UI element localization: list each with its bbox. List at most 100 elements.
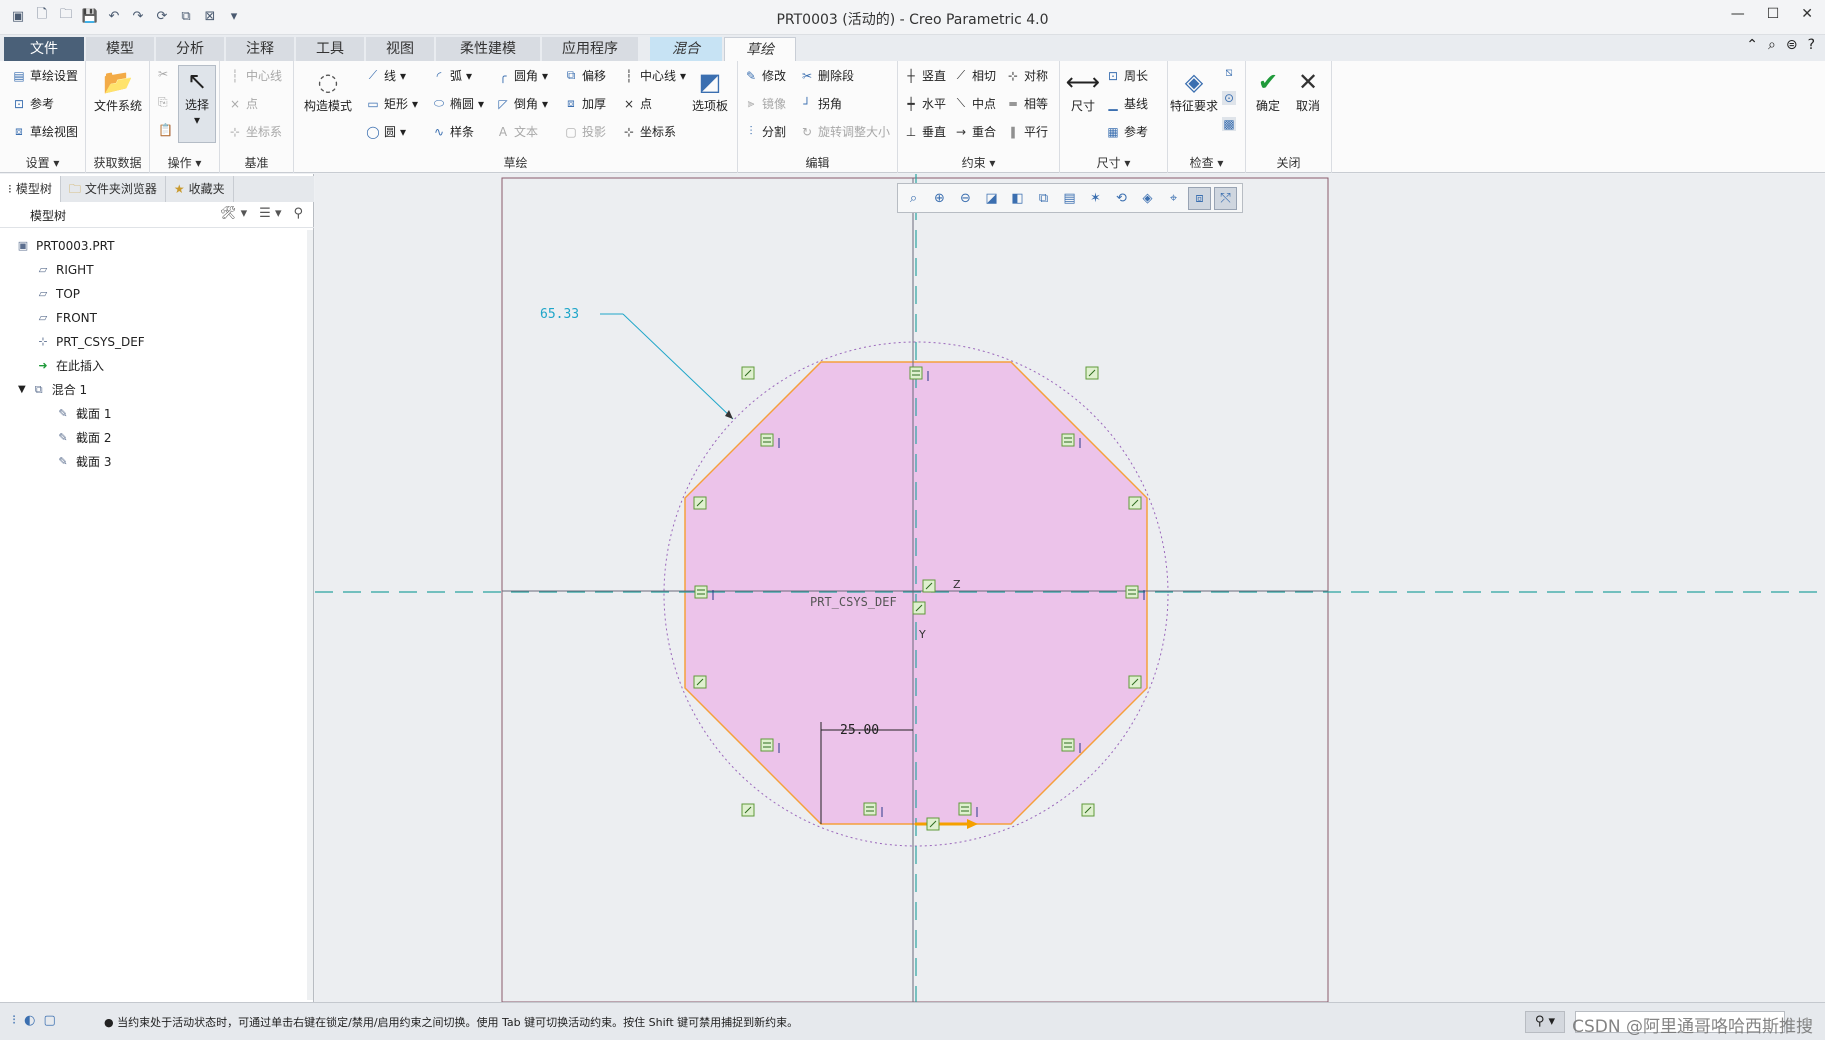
zoom-in-icon[interactable]: ⊕	[928, 187, 951, 210]
browser-icon[interactable]: ◐	[24, 1013, 35, 1028]
tree-node-blend[interactable]: ▼ ⧉ 混合 1	[18, 380, 87, 400]
mirror-button[interactable]: ⫸ 镜像	[744, 95, 786, 112]
sketch-canvas[interactable]: 65.33 25.00 PRT_CSYS_DEF Z Y	[315, 174, 1825, 1003]
tab-analysis[interactable]: 分析	[156, 37, 224, 61]
sketch-setup-button[interactable]: ▤ 草绘设置	[12, 67, 78, 84]
ok-button[interactable]: ✔ 确定	[1250, 67, 1286, 114]
tree-filter-icon[interactable]: ⚲	[293, 206, 303, 221]
paste-icon[interactable]: 📋	[158, 123, 173, 137]
vertical-constraint-button[interactable]: ┼ 竖直	[904, 67, 946, 84]
tangent-constraint-button[interactable]: ⟋ 相切	[954, 67, 996, 84]
feature-requirements-button[interactable]: ◈ 特征要求	[1168, 67, 1220, 114]
tree-node-section-1[interactable]: ✎ 截面 1	[56, 404, 111, 424]
search-icon[interactable]: ⌕	[1768, 37, 1776, 53]
select-button[interactable]: ↖ 选择 ▾	[178, 65, 216, 143]
thicken-button[interactable]: ⧈ 加厚	[564, 95, 606, 112]
group-title-operations[interactable]: 操作 ▾	[150, 154, 219, 171]
symmetric-constraint-button[interactable]: ⊹ 对称	[1006, 67, 1048, 84]
tab-tools[interactable]: 工具	[296, 37, 364, 61]
tree-node-insert-here[interactable]: ➜ 在此插入	[36, 356, 104, 376]
midpoint-constraint-button[interactable]: ⟍ 中点	[954, 95, 996, 112]
ellipse-button[interactable]: ⬭ 椭圆 ▾	[432, 95, 484, 112]
fillet-button[interactable]: ╭ 圆角 ▾	[496, 67, 548, 84]
perimeter-button[interactable]: ⊡ 周长	[1106, 67, 1148, 84]
divide-button[interactable]: ⫶ 分割	[744, 123, 786, 140]
cancel-button[interactable]: ✕ 取消	[1290, 67, 1326, 114]
tab-applications[interactable]: 应用程序	[542, 37, 638, 61]
parallel-constraint-button[interactable]: ∥ 平行	[1006, 123, 1048, 140]
group-title-inspect[interactable]: 检查 ▾	[1168, 154, 1245, 171]
rotate-resize-button[interactable]: ↻ 旋转调整大小	[800, 123, 890, 140]
line-button[interactable]: ⟋ 线 ▾	[366, 67, 406, 84]
tree-node-section-3[interactable]: ✎ 截面 3	[56, 452, 111, 472]
tree-node-front[interactable]: ▱ FRONT	[36, 308, 97, 328]
perpendicular-constraint-button[interactable]: ⊥ 垂直	[904, 123, 946, 140]
community-icon[interactable]: ⊜	[1786, 37, 1798, 53]
tree-node-right[interactable]: ▱ RIGHT	[36, 260, 94, 280]
side-dimension[interactable]: 25.00	[840, 723, 879, 738]
view-manager-icon[interactable]: ▤	[1058, 187, 1081, 210]
diameter-dimension[interactable]: 65.33	[540, 307, 579, 322]
sketch-point-button[interactable]: × 点	[622, 95, 652, 112]
graphics-area[interactable]: 65.33 25.00 PRT_CSYS_DEF Z Y	[315, 174, 1825, 1003]
find-button[interactable]: ⚲ ▾	[1525, 1011, 1565, 1033]
tab-file[interactable]: 文件	[4, 37, 84, 61]
tab-blend[interactable]: 混合	[650, 37, 722, 61]
modify-button[interactable]: ✎ 修改	[744, 67, 786, 84]
tree-settings-icon[interactable]: 🛠 ▾	[220, 206, 247, 221]
annotation-display-icon[interactable]: ◈	[1136, 187, 1159, 210]
tree-columns-icon[interactable]: ☰ ▾	[259, 206, 281, 221]
tab-model-tree[interactable]: ⁝ 模型树	[0, 176, 61, 202]
fullscreen-icon[interactable]: ▢	[43, 1013, 55, 1028]
tree-scrollbar[interactable]	[307, 230, 313, 1000]
tab-annotate[interactable]: 注释	[226, 37, 294, 61]
maximize-icon[interactable]: ☐	[1767, 6, 1780, 22]
constraint-display-icon[interactable]: ⤲	[1214, 186, 1237, 210]
tree-node-section-2[interactable]: ✎ 截面 2	[56, 428, 111, 448]
horizontal-constraint-button[interactable]: ┿ 水平	[904, 95, 946, 112]
delete-segment-button[interactable]: ✂ 删除段	[800, 67, 854, 84]
tab-sketch[interactable]: 草绘	[724, 37, 796, 61]
file-system-button[interactable]: 📂 文件系统	[92, 67, 144, 114]
shade-closed-loops-icon[interactable]: ▩	[1222, 117, 1236, 131]
dimension-button[interactable]: ⟷ 尺寸	[1064, 67, 1102, 114]
display-style-icon[interactable]: ◧	[1006, 187, 1029, 210]
datum-centerline-button[interactable]: ┆ 中心线	[228, 67, 282, 84]
collapse-ribbon-icon[interactable]: ⌃	[1746, 37, 1758, 53]
datum-point-button[interactable]: × 点	[228, 95, 258, 112]
datum-csys-button[interactable]: ⊹ 坐标系	[228, 123, 282, 140]
equal-constraint-button[interactable]: ═ 相等	[1006, 95, 1048, 112]
highlight-open-ends-icon[interactable]: ⊙	[1222, 91, 1236, 105]
sketch-centerline-button[interactable]: ┆ 中心线 ▾	[622, 67, 686, 84]
construction-mode-button[interactable]: ◌ 构造模式	[298, 67, 358, 114]
datum-display-icon[interactable]: ⟲	[1110, 187, 1133, 210]
tab-model[interactable]: 模型	[86, 37, 154, 61]
chamfer-button[interactable]: ◸ 倒角 ▾	[496, 95, 548, 112]
rectangle-button[interactable]: ▭ 矩形 ▾	[366, 95, 418, 112]
show-tree-icon[interactable]: ⁝	[12, 1013, 16, 1028]
reference-button[interactable]: ⊡ 参考	[12, 95, 54, 112]
sketcher-display-icon[interactable]: ⧈	[1188, 186, 1211, 210]
sketch-view-button[interactable]: ⧈ 草绘视图	[12, 123, 78, 140]
reference-dim-button[interactable]: ▦ 参考	[1106, 123, 1148, 140]
corner-button[interactable]: ┘ 拐角	[800, 95, 842, 112]
offset-button[interactable]: ⧉ 偏移	[564, 67, 606, 84]
help-icon[interactable]: ?	[1808, 37, 1815, 53]
minimize-icon[interactable]: —	[1731, 6, 1745, 22]
text-button[interactable]: A 文本	[496, 123, 538, 140]
tab-folder-browser[interactable]: 🗀 文件夹浏览器	[61, 176, 166, 202]
tree-node-part[interactable]: ▣ PRT0003.PRT	[16, 236, 115, 256]
palette-button[interactable]: ◩ 选项板	[686, 67, 734, 114]
tab-favorites[interactable]: ★ 收藏夹	[166, 176, 234, 202]
baseline-button[interactable]: ▁ 基线	[1106, 95, 1148, 112]
sketch-view-toolbar-icon[interactable]: ⌖	[1162, 187, 1185, 210]
repaint-icon[interactable]: ◪	[980, 187, 1003, 210]
sketch-csys-button[interactable]: ⊹ 坐标系	[622, 123, 676, 140]
project-button[interactable]: ▢ 投影	[564, 123, 606, 140]
group-title-constrain[interactable]: 约束 ▾	[898, 154, 1059, 171]
tree-node-top[interactable]: ▱ TOP	[36, 284, 80, 304]
tab-view[interactable]: 视图	[366, 37, 434, 61]
coincident-constraint-button[interactable]: → 重合	[954, 123, 996, 140]
circle-button[interactable]: ◯ 圆 ▾	[366, 123, 406, 140]
group-title-settings[interactable]: 设置 ▾	[0, 154, 85, 171]
